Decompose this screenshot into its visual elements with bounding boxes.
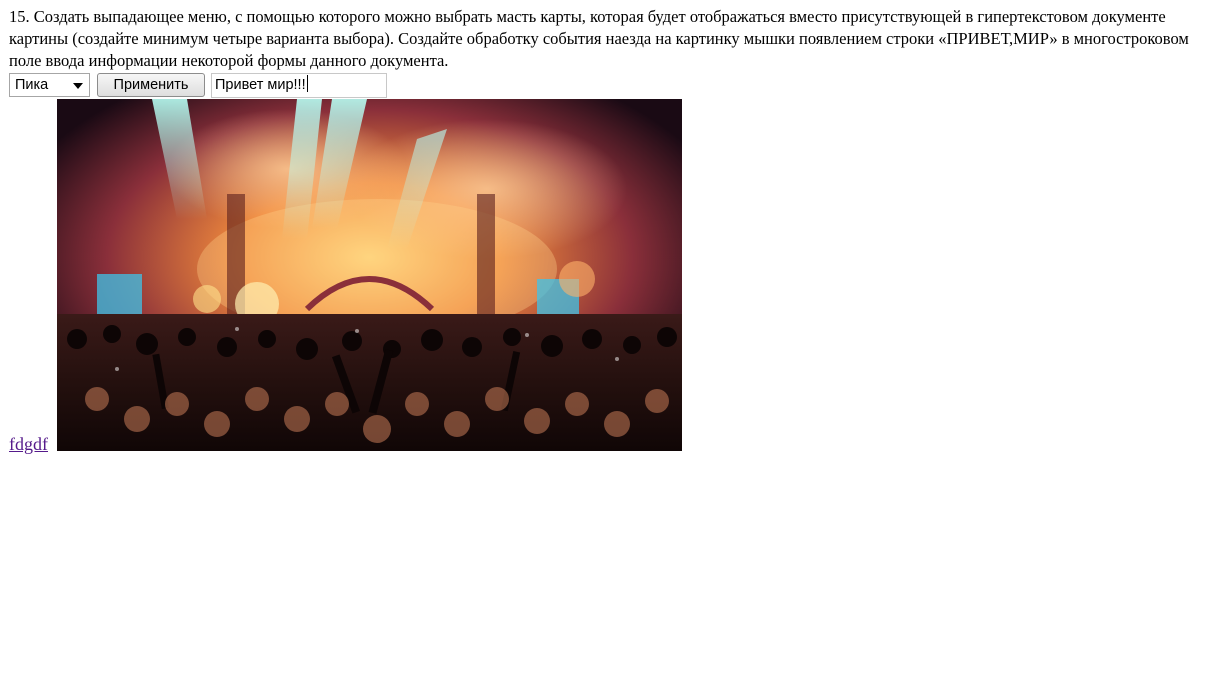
message-textarea[interactable]: Привет мир!!! xyxy=(211,73,387,98)
apply-button[interactable]: Применить xyxy=(97,73,205,97)
message-text: Привет мир!!! xyxy=(215,77,306,93)
text-caret xyxy=(306,75,308,92)
suit-dropdown[interactable]: Пика xyxy=(9,73,90,97)
suit-form: Пика Применить Привет мир!!! xyxy=(9,73,1201,98)
picture-area: fdgdf xyxy=(9,99,689,454)
suit-dropdown-value: Пика xyxy=(15,77,49,93)
concert-photo-graphic xyxy=(57,99,682,451)
concert-photo[interactable] xyxy=(57,99,682,451)
task-description: 15. Создать выпадающее меню, с помощью к… xyxy=(9,7,1189,70)
page: 15. Создать выпадающее меню, с помощью к… xyxy=(0,0,1210,98)
chevron-down-icon xyxy=(73,83,83,89)
fdgdf-link[interactable]: fdgdf xyxy=(9,434,48,455)
